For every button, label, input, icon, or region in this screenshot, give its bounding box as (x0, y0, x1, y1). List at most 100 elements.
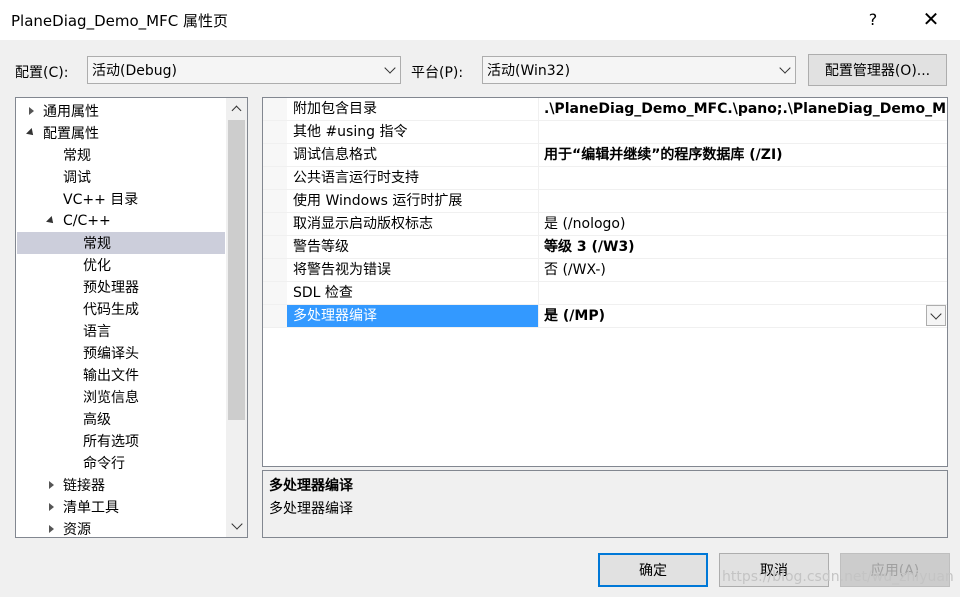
tree-item[interactable]: 预处理器 (17, 276, 225, 298)
tree-item[interactable]: 预编译头 (17, 342, 225, 364)
expand-arrow-icon[interactable] (45, 523, 57, 535)
tree-item[interactable]: 链接器 (17, 474, 225, 496)
close-icon[interactable]: ✕ (908, 0, 954, 38)
row-margin (263, 167, 287, 189)
tree-item[interactable]: C/C++ (17, 210, 225, 232)
property-name[interactable]: 多处理器编译 (287, 305, 539, 327)
property-grid: 附加包含目录 .\PlaneDiag_Demo_MFC.\pano;.\Plane… (262, 97, 948, 467)
tree-item-label: 资源 (63, 522, 91, 538)
scroll-up-icon[interactable] (226, 98, 247, 118)
tree-item[interactable]: 配置属性 (17, 122, 225, 144)
tree-item[interactable]: 输出文件 (17, 364, 225, 386)
tree-item-label: 链接器 (63, 478, 105, 494)
tree-item-label: 输出文件 (83, 368, 139, 384)
config-combobox[interactable]: 活动(Debug) (87, 56, 401, 84)
tree-item-label: 预处理器 (83, 280, 139, 296)
property-value[interactable]: 否 (/WX-) (540, 259, 947, 281)
chevron-down-icon[interactable] (926, 305, 946, 326)
property-row[interactable]: 公共语言运行时支持 (263, 167, 947, 190)
description-title: 多处理器编译 (269, 478, 353, 494)
tree-item-label: 调试 (63, 170, 91, 186)
tree-item[interactable]: 浏览信息 (17, 386, 225, 408)
config-manager-button[interactable]: 配置管理器(O)... (808, 54, 947, 86)
tree-item[interactable]: 常规 (17, 232, 225, 254)
property-name[interactable]: 公共语言运行时支持 (287, 167, 539, 189)
row-margin (263, 98, 287, 120)
row-margin (263, 259, 287, 281)
tree-scrollbar[interactable] (226, 98, 247, 537)
row-margin (263, 144, 287, 166)
property-value[interactable] (540, 121, 947, 143)
property-row[interactable]: 调试信息格式 用于“编辑并继续”的程序数据库 (/ZI) (263, 144, 947, 167)
property-row[interactable]: 取消显示启动版权标志是 (/nologo) (263, 213, 947, 236)
property-value[interactable]: 是 (/nologo) (540, 213, 947, 235)
property-name[interactable]: 其他 #using 指令 (287, 121, 539, 143)
tree-item[interactable]: 所有选项 (17, 430, 225, 452)
expand-arrow-icon[interactable] (45, 501, 57, 513)
collapse-arrow-icon[interactable] (25, 127, 37, 139)
property-name[interactable]: 附加包含目录 (287, 98, 539, 120)
tree-item[interactable]: 优化 (17, 254, 225, 276)
tree-item[interactable]: VC++ 目录 (17, 188, 225, 210)
property-value[interactable] (540, 167, 947, 189)
help-button[interactable]: ? (850, 0, 896, 38)
property-row[interactable]: SDL 检查 (263, 282, 947, 305)
tree-item-label: VC++ 目录 (63, 192, 139, 208)
tree-item[interactable]: 通用属性 (17, 100, 225, 122)
tree-item[interactable]: 命令行 (17, 452, 225, 474)
tree-item-label: 优化 (83, 258, 111, 274)
property-row[interactable]: 附加包含目录 .\PlaneDiag_Demo_MFC.\pano;.\Plane… (263, 98, 947, 121)
property-row[interactable]: 使用 Windows 运行时扩展 (263, 190, 947, 213)
property-name[interactable]: 取消显示启动版权标志 (287, 213, 539, 235)
platform-label: 平台(P): (411, 65, 464, 81)
property-value[interactable] (540, 282, 947, 304)
property-name[interactable]: 调试信息格式 (287, 144, 539, 166)
property-name[interactable]: 警告等级 (287, 236, 539, 258)
property-name[interactable]: 使用 Windows 运行时扩展 (287, 190, 539, 212)
row-margin (263, 213, 287, 235)
description-text: 多处理器编译 (269, 501, 353, 517)
tree-item-label: 配置属性 (43, 126, 99, 142)
tree-item[interactable]: 调试 (17, 166, 225, 188)
property-row[interactable]: 多处理器编译是 (/MP) (263, 305, 947, 328)
tree-item-label: 浏览信息 (83, 390, 139, 406)
description-panel: 多处理器编译 多处理器编译 (262, 470, 948, 538)
expand-arrow-icon[interactable] (25, 105, 37, 117)
platform-value: 活动(Win32) (487, 63, 571, 79)
property-row[interactable]: 其他 #using 指令 (263, 121, 947, 144)
property-row[interactable]: 将警告视为错误否 (/WX-) (263, 259, 947, 282)
property-value[interactable]: 是 (/MP) (540, 305, 947, 327)
window-title: PlaneDiag_Demo_MFC 属性页 (11, 12, 228, 30)
tree-item[interactable]: 清单工具 (17, 496, 225, 518)
expand-arrow-icon[interactable] (45, 479, 57, 491)
property-name[interactable]: 将警告视为错误 (287, 259, 539, 281)
tree-item[interactable]: 高级 (17, 408, 225, 430)
property-row[interactable]: 警告等级 等级 3 (/W3) (263, 236, 947, 259)
property-value[interactable] (540, 190, 947, 212)
tree-item[interactable]: 常规 (17, 144, 225, 166)
property-name[interactable]: SDL 检查 (287, 282, 539, 304)
tree-item-label: 预编译头 (83, 346, 139, 362)
tree-item-label: 清单工具 (63, 500, 119, 516)
property-value[interactable]: 用于“编辑并继续”的程序数据库 (/ZI) (540, 144, 947, 166)
ok-button[interactable]: 确定 (598, 553, 708, 587)
chevron-down-icon (380, 62, 400, 74)
tree-item[interactable]: 代码生成 (17, 298, 225, 320)
tree-item-label: 常规 (63, 148, 91, 164)
config-value: 活动(Debug) (92, 63, 177, 79)
tree-item-label: 语言 (83, 324, 111, 340)
tree-item[interactable]: 资源 (17, 518, 225, 538)
tree-item[interactable]: 语言 (17, 320, 225, 342)
watermark-text: https://blog.csdn.net/wu_zhiyuan (722, 569, 954, 585)
property-value[interactable]: 等级 3 (/W3) (540, 236, 947, 258)
property-value[interactable]: .\PlaneDiag_Demo_MFC.\pano;.\PlaneDiag_D… (540, 98, 947, 120)
collapse-arrow-icon[interactable] (45, 215, 57, 227)
scrollbar-thumb[interactable] (228, 120, 245, 420)
platform-combobox[interactable]: 活动(Win32) (482, 56, 796, 84)
scroll-down-icon[interactable] (226, 516, 247, 536)
